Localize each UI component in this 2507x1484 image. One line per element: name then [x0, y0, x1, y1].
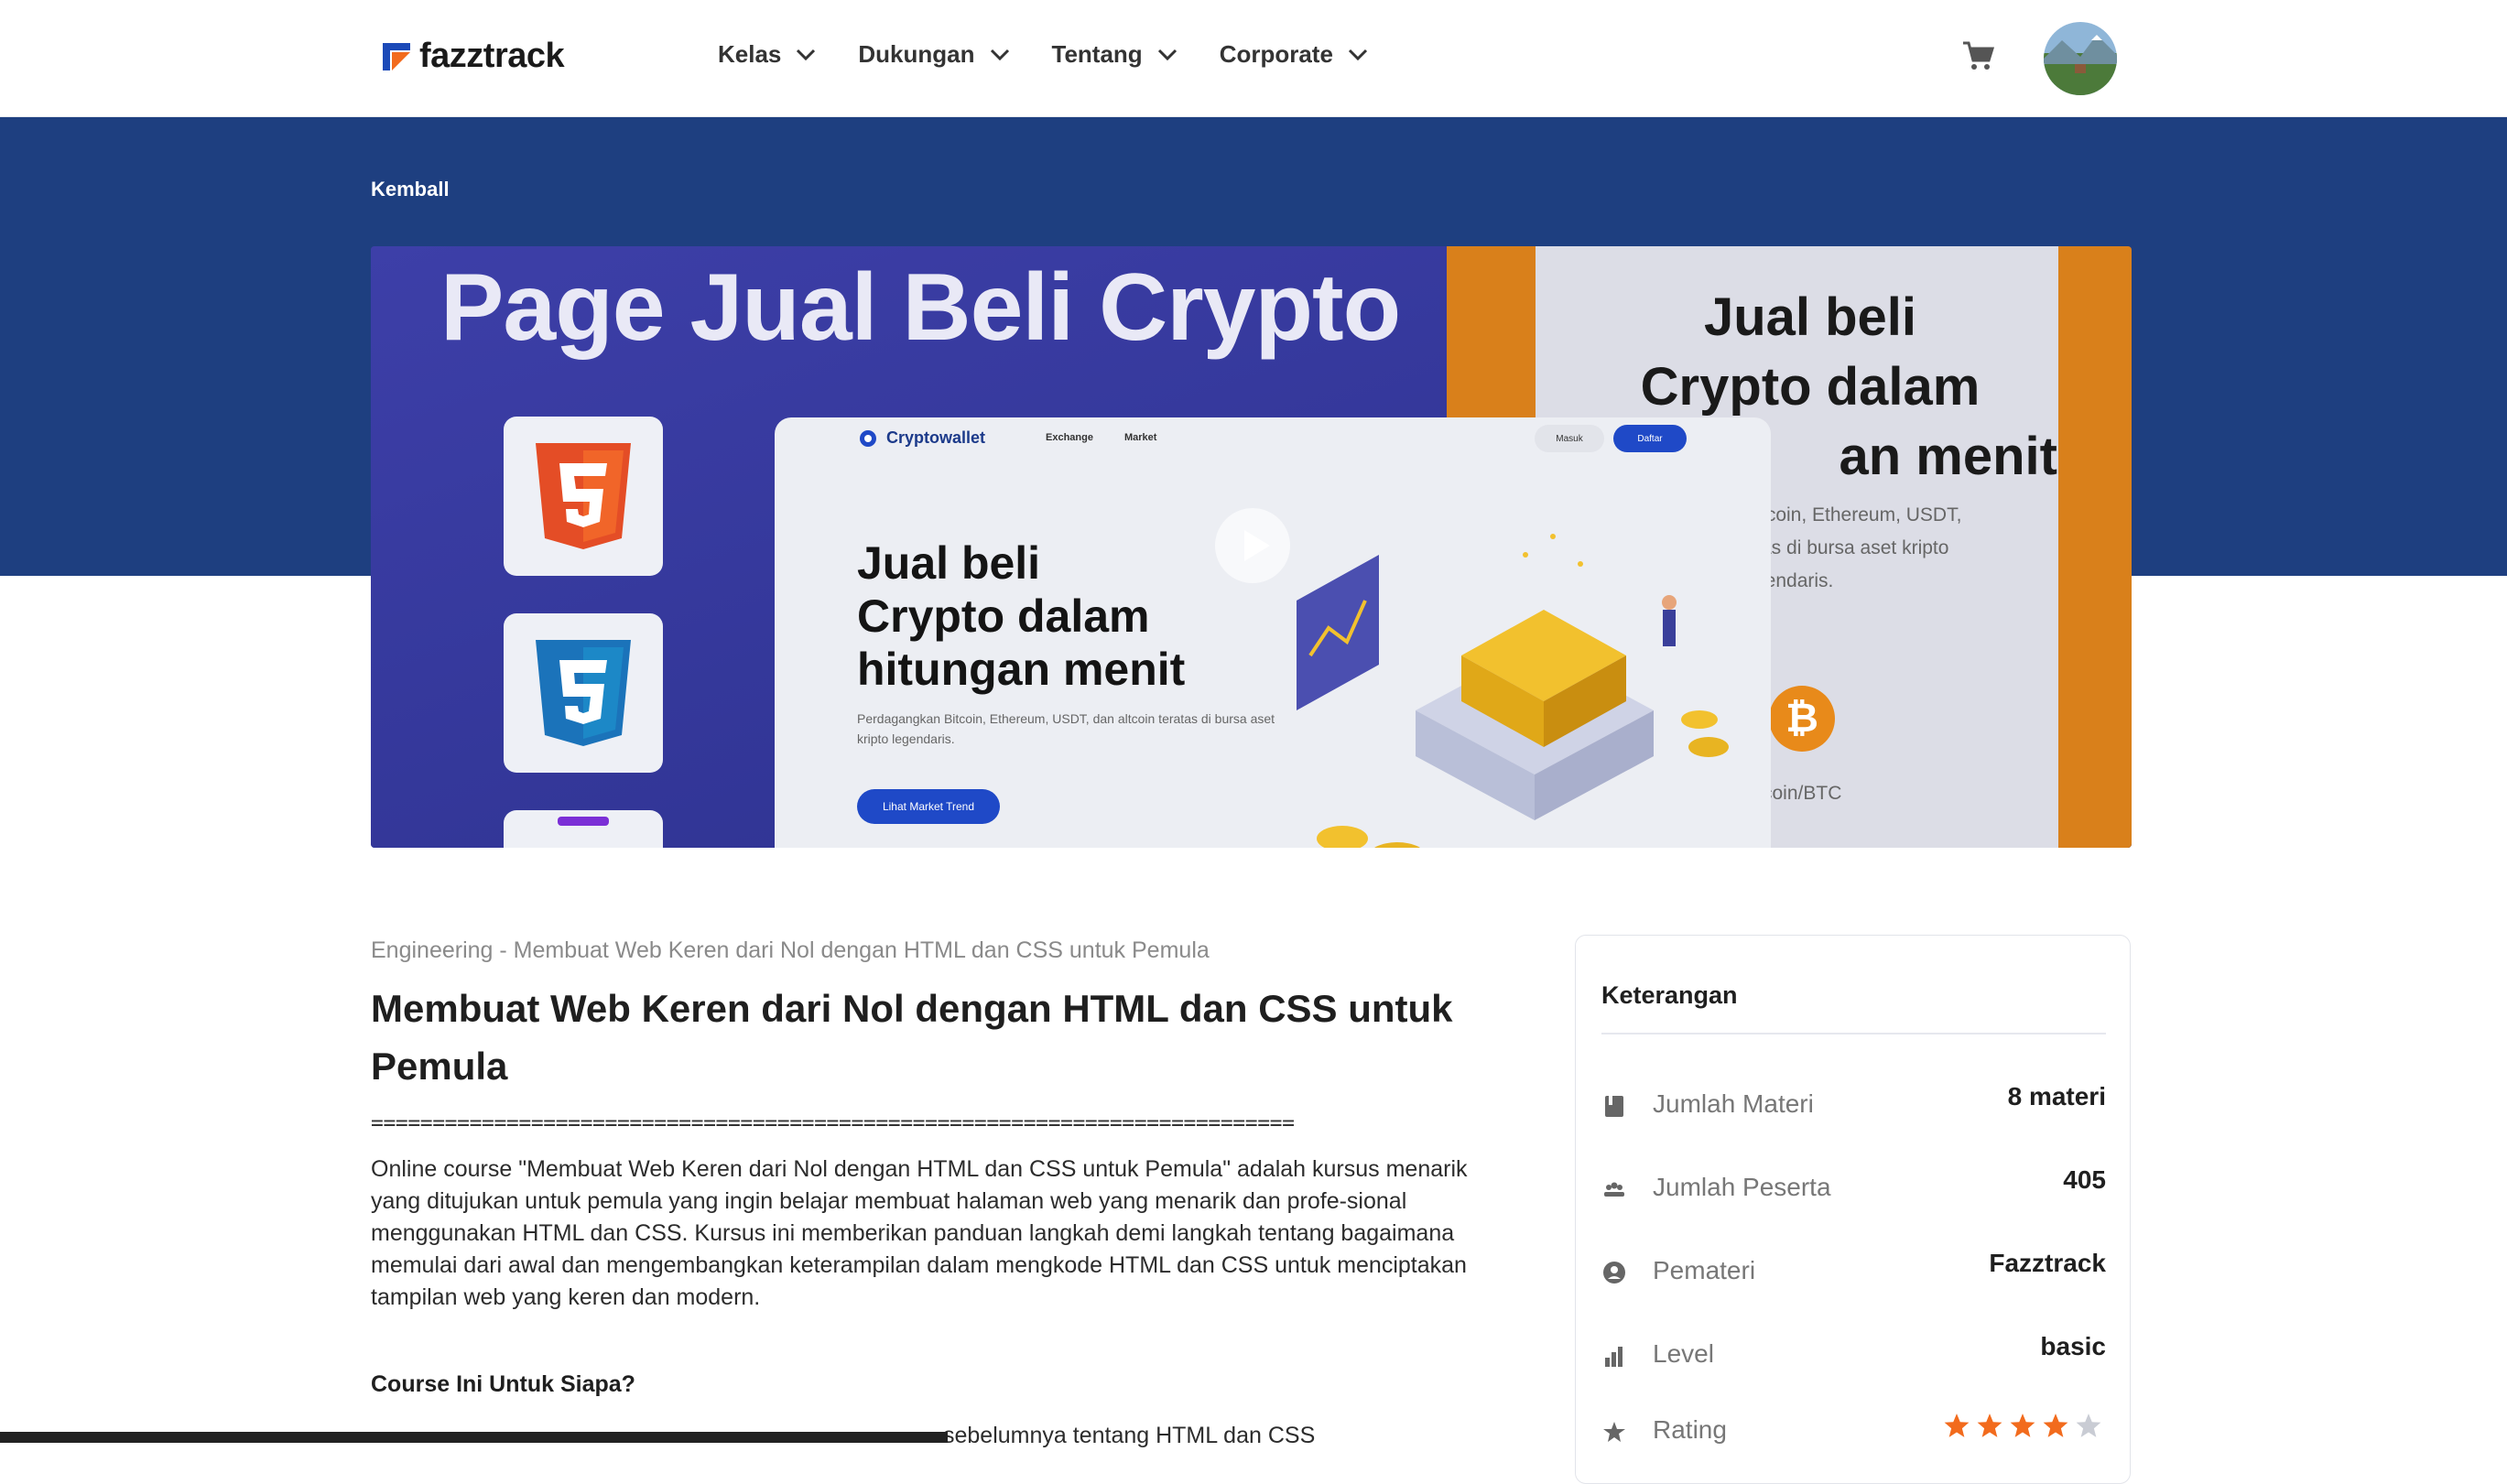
people-icon: [1604, 1182, 1624, 1197]
fazztrack-logo[interactable]: fazztrack: [383, 37, 565, 76]
cart-icon[interactable]: [1961, 40, 1994, 71]
mock-cta-button: Lihat Market Trend: [857, 789, 1000, 824]
banner-title: Page Jual Beli Crypto: [440, 255, 1401, 361]
rating-star-icon: [2043, 1414, 2068, 1437]
avatar-image: [2044, 22, 2117, 95]
mock-heading: Jual beli Crypto dalam hitungan menit: [857, 536, 1185, 696]
info-label: Level: [1653, 1339, 1714, 1368]
rating-star-icon: [1977, 1414, 2002, 1437]
star-icon: [1603, 1422, 1625, 1442]
info-row-pemateri: Pemateri Fazztrack: [1601, 1249, 2106, 1289]
nav-tentang-label: Tentang: [1051, 40, 1143, 68]
info-card-divider: [1601, 1033, 2106, 1034]
bar-chart-icon: [1605, 1347, 1622, 1367]
info-row-rating: Rating: [1601, 1412, 2106, 1448]
markdown-divider: ========================================…: [371, 1111, 1295, 1135]
coin-label: coin/BTC: [1763, 783, 1842, 804]
mock-daftar-button: Daftar: [1613, 425, 1687, 452]
info-value: 405: [2063, 1165, 2106, 1194]
info-value: 8 materi: [2007, 1082, 2106, 1110]
right-heading-line-2: Crypto dalam: [1640, 357, 1981, 417]
user-avatar[interactable]: [2044, 22, 2117, 95]
html5-card: [504, 417, 663, 576]
play-video-button[interactable]: [1215, 508, 1290, 583]
nav-dukungan[interactable]: Dukungan: [858, 40, 1009, 69]
top-navbar: fazztrack Kelas Dukungan Tentang Corpora…: [0, 0, 2507, 117]
nav-tentang[interactable]: Tentang: [1052, 40, 1178, 69]
book-icon: [1605, 1096, 1623, 1117]
mock-heading-line-2: Crypto dalam: [857, 590, 1150, 642]
mock-brand-label: Cryptowallet: [886, 428, 986, 447]
right-heading-line-1: Jual beli: [1703, 287, 1917, 347]
rating-star-icon: [2010, 1414, 2035, 1437]
mock-brand: Cryptowallet: [859, 428, 985, 448]
back-link[interactable]: Kemball: [371, 178, 450, 201]
course-description: Online course "Membuat Web Keren dari No…: [371, 1156, 1468, 1310]
logo-text: fazztrack: [419, 37, 565, 75]
info-value: basic: [2040, 1332, 2106, 1360]
info-label: Jumlah Materi: [1653, 1089, 1814, 1118]
mock-paragraph: Perdagangkan Bitcoin, Ethereum, USDT, da…: [857, 711, 1275, 746]
right-line-3: jendaris.: [1761, 570, 1834, 591]
info-value: Fazztrack: [1989, 1249, 2106, 1277]
mock-heading-line-1: Jual beli: [857, 537, 1041, 589]
website-mockup: Cryptowallet Exchange Market Masuk Dafta…: [775, 417, 1771, 848]
nav-corporate-label: Corporate: [1219, 40, 1333, 68]
nav-kelas-label: Kelas: [718, 40, 782, 68]
section-heading: Course Ini Untuk Siapa?: [371, 1371, 635, 1397]
nav-corporate[interactable]: Corporate: [1220, 40, 1368, 69]
rating-stars: [1943, 1412, 2102, 1439]
play-icon: [1244, 530, 1270, 561]
nav-kelas[interactable]: Kelas: [718, 40, 816, 69]
info-label: Jumlah Peserta: [1653, 1173, 1831, 1201]
mock-heading-line-3: hitungan menit: [857, 644, 1186, 695]
info-label: Pemateri: [1653, 1256, 1756, 1284]
course-banner: Jual beli Crypto dalam an menit tcoin, E…: [371, 246, 2132, 848]
partial-tech-card: [504, 810, 663, 848]
info-card-heading: Keterangan: [1601, 981, 1738, 1009]
breadcrumb: Engineering - Membuat Web Keren dari Nol…: [371, 937, 1210, 963]
chevron-down-icon: [990, 49, 1009, 60]
right-line-1: tcoin, Ethereum, USDT,: [1761, 504, 1962, 525]
html5-icon: [536, 443, 631, 549]
rating-star-icon: [1944, 1414, 1970, 1437]
bottom-overlay-bar: [0, 1432, 948, 1443]
chevron-down-icon: [797, 49, 816, 60]
info-label: Rating: [1653, 1415, 1727, 1444]
info-row-level: Level basic: [1601, 1332, 2106, 1372]
right-card-paragraph: tcoin, Ethereum, USDT, as di bursa aset …: [1761, 499, 1961, 598]
rating-star-icon: [2076, 1414, 2101, 1437]
course-info-card: Keterangan Jumlah Materi 8 materi Jumlah…: [1575, 935, 2131, 1484]
css3-icon: [536, 640, 631, 746]
info-row-materi: Jumlah Materi 8 materi: [1601, 1082, 2106, 1122]
account-circle-icon: [1603, 1262, 1625, 1284]
chevron-down-icon: [1157, 49, 1177, 60]
mock-nav-exchange: Exchange: [1046, 432, 1093, 443]
nav-dukungan-label: Dukungan: [858, 40, 975, 68]
right-line-2: as di bursa aset kripto: [1761, 537, 1949, 558]
css3-card: [504, 613, 663, 773]
info-row-peserta: Jumlah Peserta 405: [1601, 1165, 2106, 1206]
mock-masuk-button: Masuk: [1535, 425, 1604, 452]
cryptowallet-logo-icon: [860, 429, 876, 447]
isometric-illustration: [1297, 534, 1729, 848]
course-title: Membuat Web Keren dari Nol dengan HTML d…: [371, 987, 1453, 1088]
mock-nav-market: Market: [1124, 432, 1157, 443]
main-nav: Kelas Dukungan Tentang Corporate: [718, 40, 1368, 69]
logo-mark-icon: [383, 42, 410, 70]
cut-off-text: sebelumnya tentang HTML dan CSS: [943, 1423, 1316, 1448]
bitcoin-icon: ₿: [1769, 686, 1835, 752]
chevron-down-icon: [1348, 49, 1367, 60]
